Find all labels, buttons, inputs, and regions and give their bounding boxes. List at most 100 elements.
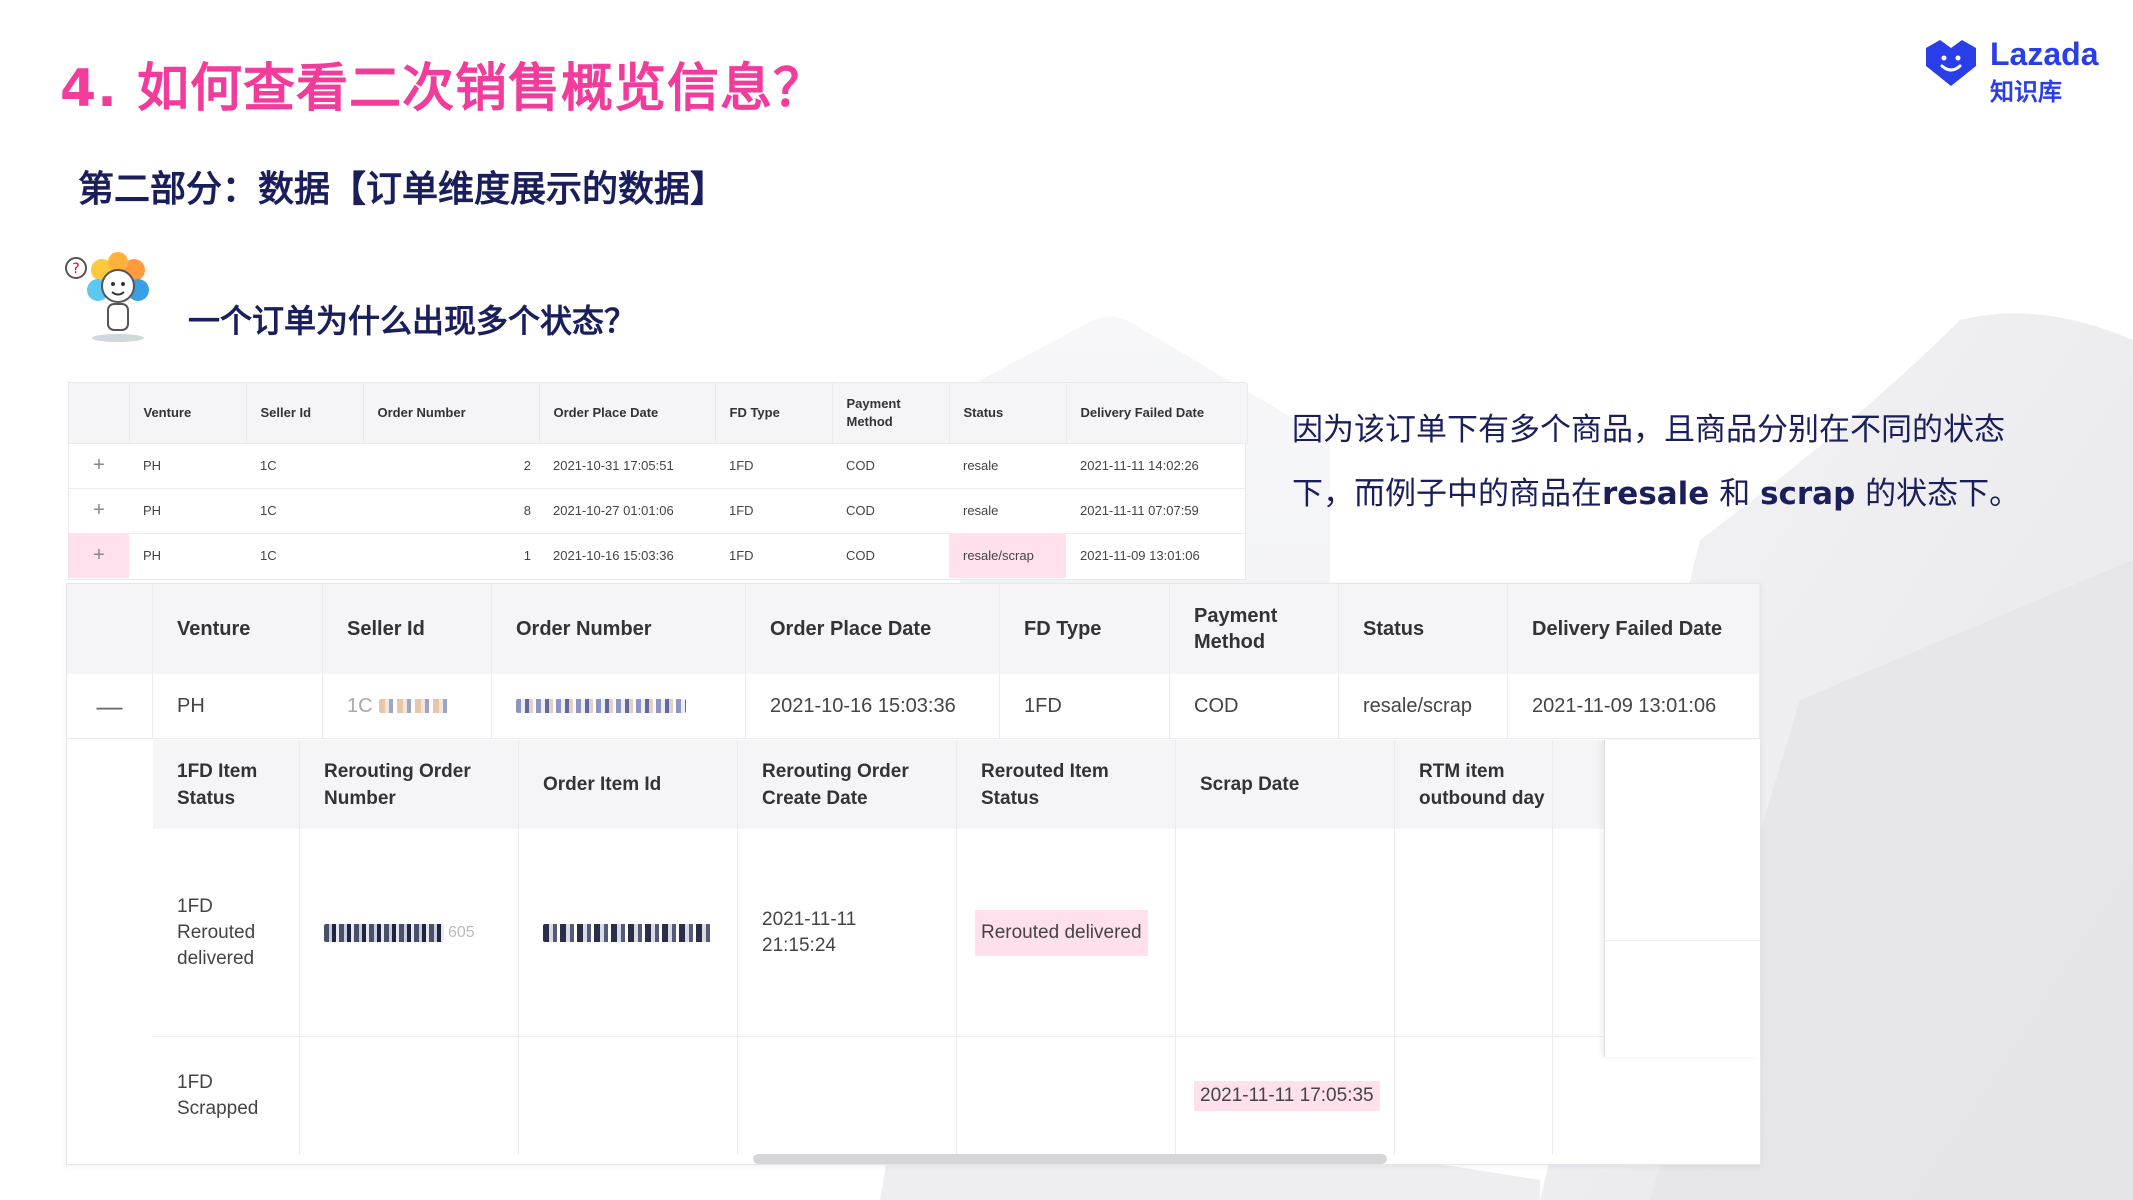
- header-delivery-failed-date[interactable]: Delivery Failed Date: [1508, 584, 1760, 674]
- header-cell[interactable]: Delivery Failed Date: [1066, 383, 1248, 443]
- item-row: 1FD Scrapped 2021-11-11 17:05:35: [153, 1037, 1661, 1155]
- rtm-outbound-cell: [1395, 829, 1553, 1036]
- masked-value: [516, 699, 686, 713]
- detail-header-row: Venture Seller Id Order Number Order Pla…: [67, 584, 1760, 674]
- scrap-date-badge: 2021-11-11 17:05:35: [1194, 1081, 1380, 1111]
- horizontal-scrollbar[interactable]: [753, 1154, 1387, 1164]
- order-detail-table: Venture Seller Id Order Number Order Pla…: [66, 583, 1761, 1165]
- order-item-id-cell: [519, 829, 738, 1036]
- sub-header-order-item-id[interactable]: Order Item Id: [519, 740, 738, 829]
- header-cell[interactable]: Order Number: [363, 383, 540, 443]
- order-summary-table: Venture Seller Id Order Number Order Pla…: [68, 382, 1248, 580]
- expand-row-button[interactable]: +: [69, 442, 129, 488]
- sub-header-rerouted-item-status[interactable]: Rerouted Item Status: [957, 740, 1176, 829]
- mascot-flower-icon: ?: [65, 252, 149, 342]
- table-header-row: Venture Seller Id Order Number Order Pla…: [69, 383, 1248, 443]
- status-cell-highlighted: resale/scrap: [949, 532, 1066, 578]
- order-item-id-cell: [519, 1037, 738, 1155]
- resale-keyword: resale: [1602, 476, 1710, 512]
- header-cell[interactable]: Venture: [129, 383, 247, 443]
- explanation-line-1: 因为该订单下有多个商品，且商品分别在不同的状态: [1292, 412, 2005, 448]
- seller-id-cell: 1C: [323, 674, 492, 738]
- sub-header-item-status[interactable]: 1FD Item Status: [153, 740, 300, 829]
- page-title: 4. 如何查看二次销售概览信息？: [60, 59, 827, 119]
- section-title: 第二部分：数据【订单维度展示的数据】: [78, 169, 727, 210]
- scrap-keyword: scrap: [1760, 476, 1856, 512]
- header-seller-id[interactable]: Seller Id: [323, 584, 492, 674]
- item-status-cell: 1FD Rerouted delivered: [153, 829, 300, 1036]
- explanation-text: 因为该订单下有多个商品，且商品分别在不同的状态 下，而例子中的商品在resale…: [1292, 398, 2112, 526]
- lazada-heart-icon: [1926, 40, 1976, 86]
- status-cell: resale: [949, 487, 1066, 533]
- fd-type-cell: 1FD: [715, 532, 832, 578]
- table-row: — PH 1C 2021-10-16 15:03:36 1FD COD resa…: [67, 674, 1760, 739]
- expand-row-button[interactable]: +: [69, 487, 129, 533]
- rerouted-item-status-cell: [957, 1037, 1176, 1155]
- header-fd-type[interactable]: FD Type: [1000, 584, 1170, 674]
- header-cell: [69, 383, 130, 443]
- question-text: 一个订单为什么出现多个状态？: [188, 302, 637, 340]
- header-cell[interactable]: Status: [949, 383, 1067, 443]
- status-cell: resale/scrap: [1339, 674, 1508, 738]
- order-number-cell: 8: [363, 487, 539, 533]
- failed-date-cell: 2021-11-09 13:01:06: [1066, 532, 1247, 578]
- status-cell: resale: [949, 442, 1066, 488]
- failed-date-cell: 2021-11-11 14:02:26: [1066, 442, 1247, 488]
- scrap-date-cell: [1176, 829, 1395, 1036]
- sub-header-rerouting-order-number[interactable]: Rerouting Order Number: [300, 740, 519, 829]
- payment-cell: COD: [1170, 674, 1339, 738]
- venture-cell: PH: [129, 532, 246, 578]
- header-cell[interactable]: FD Type: [715, 383, 833, 443]
- explanation-line-2: 下，而例子中的商品在resale 和 scrap 的状态下。: [1292, 476, 2021, 512]
- venture-cell: PH: [153, 674, 323, 738]
- header-payment-method[interactable]: Payment Method: [1170, 584, 1339, 674]
- expand-row-button[interactable]: +: [69, 532, 129, 578]
- payment-cell: COD: [832, 487, 949, 533]
- rerouting-create-date-cell: 2021-11-11 21:15:24: [738, 829, 957, 1036]
- sub-header-rerouting-create-date[interactable]: Rerouting Order Create Date: [738, 740, 957, 829]
- header-cell: [67, 584, 153, 674]
- seller-id-cell: 1C: [246, 532, 363, 578]
- header-cell[interactable]: Order Place Date: [539, 383, 716, 443]
- collapse-row-button[interactable]: —: [67, 674, 153, 738]
- sub-header-scrap-date[interactable]: Scrap Date: [1176, 740, 1395, 829]
- header-order-place-date[interactable]: Order Place Date: [746, 584, 1000, 674]
- order-date-cell: 2021-10-16 15:03:36: [746, 674, 1000, 738]
- rtm-outbound-cell: [1395, 1037, 1553, 1155]
- order-number-cell: 1: [363, 532, 539, 578]
- seller-id-cell: 1C: [246, 487, 363, 533]
- table-row: + PH 1C 1 2021-10-16 15:03:36 1FD COD re…: [69, 532, 1247, 578]
- rerouting-order-number-cell: 605: [300, 829, 519, 1036]
- order-date-cell: 2021-10-31 17:05:51: [539, 442, 715, 488]
- fixed-column-panel: [1604, 740, 1760, 1057]
- venture-cell: PH: [129, 487, 246, 533]
- header-cell[interactable]: Payment Method: [832, 383, 950, 443]
- order-number-cell: [492, 674, 746, 738]
- payment-cell: COD: [832, 442, 949, 488]
- item-sub-header-row: 1FD Item Status Rerouting Order Number O…: [153, 740, 1661, 829]
- sub-header-rtm-outbound-day[interactable]: RTM item outbound day: [1395, 740, 1553, 829]
- rerouted-item-status-cell: Rerouted delivered: [957, 829, 1176, 1036]
- table-row: + PH 1C 2 2021-10-31 17:05:51 1FD COD re…: [69, 442, 1247, 488]
- venture-cell: PH: [129, 442, 246, 488]
- fd-type-cell: 1FD: [1000, 674, 1170, 738]
- rerouting-order-number-cell: [300, 1037, 519, 1155]
- masked-value: [324, 923, 444, 942]
- logo-subtitle: 知识库: [1990, 78, 2062, 106]
- item-row: 1FD Rerouted delivered 605 2021-11-11 21…: [153, 829, 1661, 1037]
- header-venture[interactable]: Venture: [153, 584, 323, 674]
- payment-cell: COD: [832, 532, 949, 578]
- failed-date-cell: 2021-11-11 07:07:59: [1066, 487, 1247, 533]
- item-status-cell: 1FD Scrapped: [153, 1037, 300, 1155]
- svg-text:?: ?: [72, 261, 79, 277]
- rerouted-delivered-badge: Rerouted delivered: [975, 909, 1148, 956]
- failed-date-cell: 2021-11-09 13:01:06: [1508, 674, 1760, 738]
- table-row: + PH 1C 8 2021-10-27 01:01:06 1FD COD re…: [69, 487, 1247, 533]
- seller-id-cell: 1C: [246, 442, 363, 488]
- header-order-number[interactable]: Order Number: [492, 584, 746, 674]
- header-cell[interactable]: Seller Id: [246, 383, 364, 443]
- header-status[interactable]: Status: [1339, 584, 1508, 674]
- order-date-cell: 2021-10-27 01:01:06: [539, 487, 715, 533]
- order-date-cell: 2021-10-16 15:03:36: [539, 532, 715, 578]
- logo-wordmark: Lazada: [1990, 36, 2099, 72]
